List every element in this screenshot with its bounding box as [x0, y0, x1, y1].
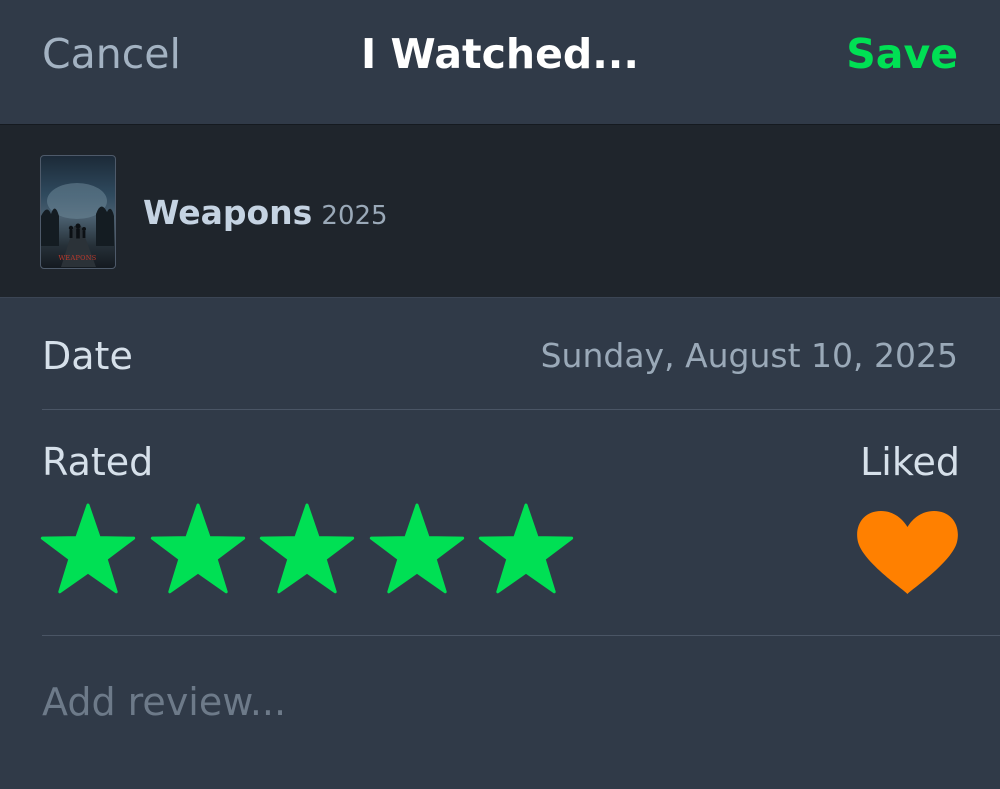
star-rating[interactable] — [40, 502, 588, 598]
poster-title-text: WEAPONS — [58, 254, 96, 262]
date-value[interactable]: Sunday, August 10, 2025 — [541, 332, 958, 380]
film-row[interactable]: WEAPONS Weapons 2025 — [0, 124, 1000, 298]
date-label: Date — [42, 334, 133, 378]
rated-label: Rated — [42, 440, 154, 484]
poster-art: WEAPONS — [41, 183, 114, 267]
divider — [42, 409, 1000, 410]
star-icon[interactable] — [369, 502, 465, 598]
heart-icon[interactable] — [855, 508, 960, 596]
star-icon[interactable] — [150, 502, 246, 598]
header: Cancel I Watched... Save — [0, 0, 1000, 124]
star-icon[interactable] — [40, 502, 136, 598]
review-input[interactable]: Add review... — [42, 678, 286, 726]
film-name: Weapons — [143, 193, 313, 232]
film-title: Weapons 2025 — [143, 193, 388, 239]
star-icon[interactable] — [259, 502, 355, 598]
film-poster: WEAPONS — [40, 155, 116, 269]
save-button[interactable]: Save — [846, 28, 958, 80]
film-year: 2025 — [321, 201, 388, 231]
log-film-screen: Cancel I Watched... Save WEAPONS Weapons… — [0, 0, 1000, 789]
star-icon[interactable] — [478, 502, 574, 598]
divider — [42, 635, 1000, 636]
liked-label: Liked — [860, 440, 960, 484]
